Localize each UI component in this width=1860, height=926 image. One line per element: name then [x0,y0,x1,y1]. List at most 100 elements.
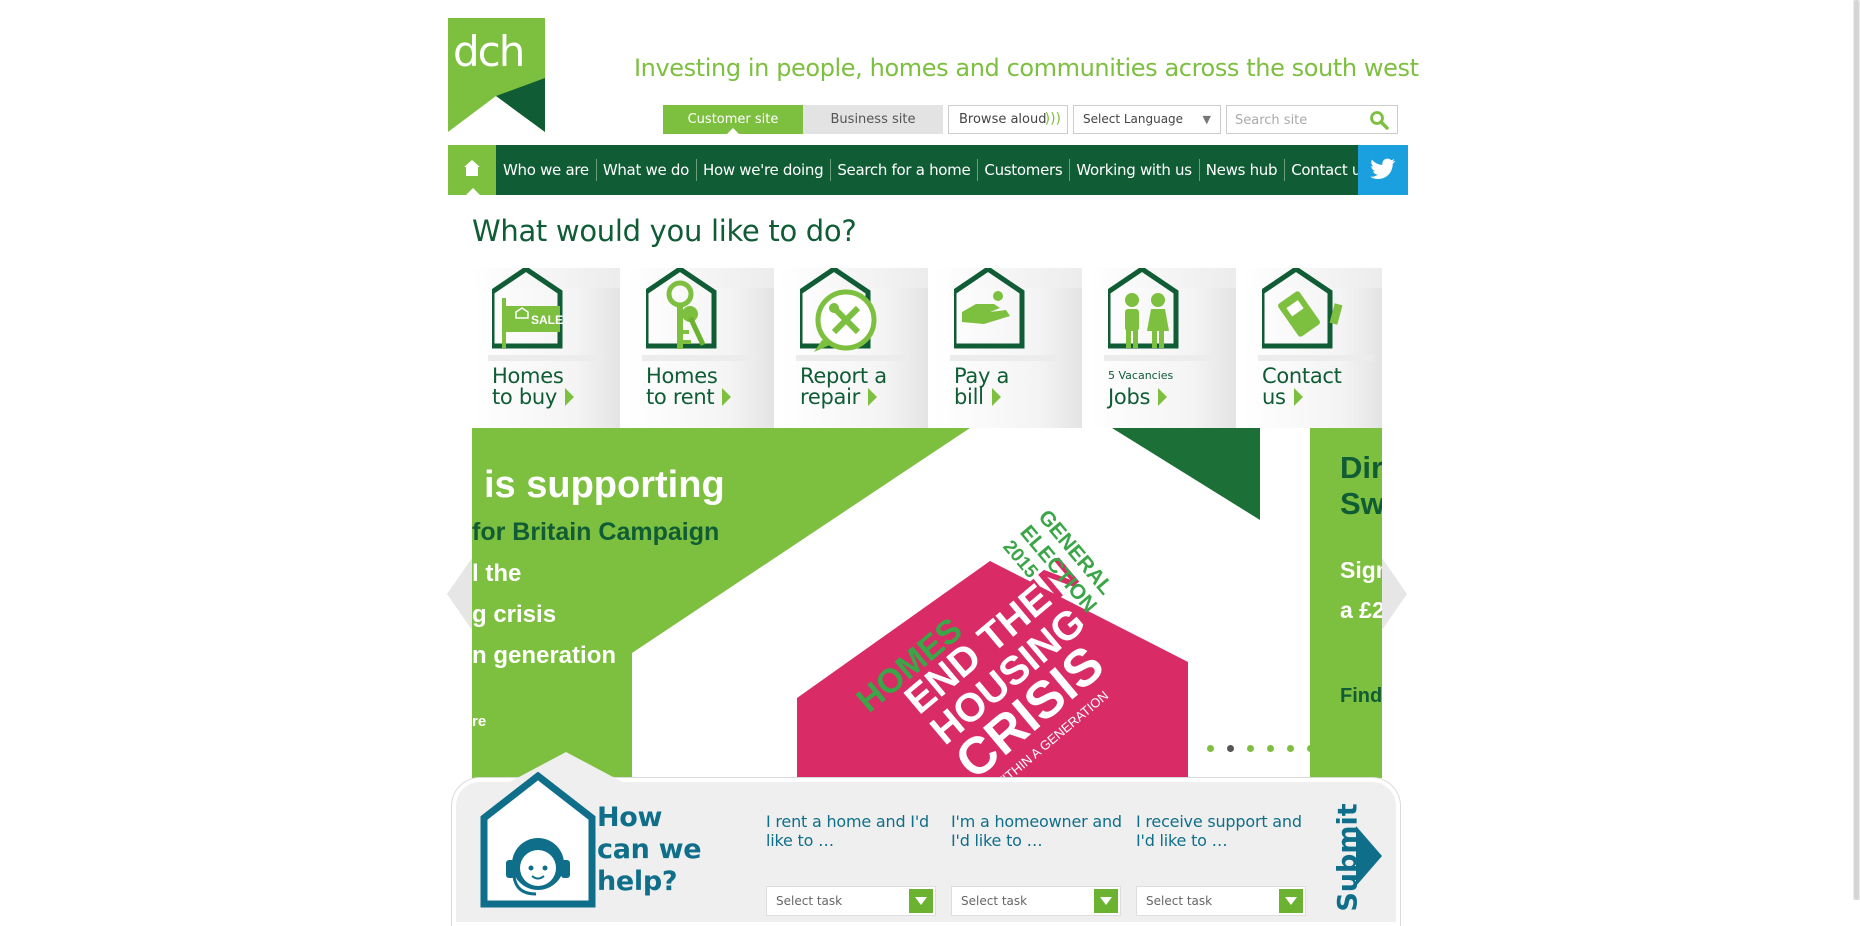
slider-dot[interactable] [1287,745,1294,752]
tile-shelf [950,355,1065,361]
tile-label: Jobs [1108,385,1168,409]
next-slide-title-2: Sw [1340,486,1382,521]
nav-item-who-we-are[interactable]: Who we are [496,145,596,195]
sale-sign-text: SALE [531,313,563,327]
tile-label: Report a repair [800,366,887,408]
tile-contact-us[interactable]: Contact us [1242,268,1382,428]
nav-item-customers[interactable]: Customers [977,145,1069,195]
search-icon[interactable] [1369,110,1389,134]
tile-label-line2: to buy [492,385,558,409]
nav-item-search-for-a-home[interactable]: Search for a home [830,145,977,195]
slider-next-arrow[interactable] [1382,558,1407,630]
slider-dot[interactable] [1247,745,1254,752]
business-site-tab[interactable]: Business site [803,105,943,134]
hero-slider: HOMES FOR BRITAIN GENERAL ELECTION 2015 … [472,428,1382,778]
support-task-select[interactable]: Select task [1136,886,1306,916]
arrow-right-icon [1293,388,1303,406]
slide-subhead: for Britain Campaign [472,518,720,546]
sound-waves-icon: ))) [1044,111,1061,127]
slider-dot[interactable] [1267,745,1274,752]
nav-item-news-hub[interactable]: News hub [1198,145,1284,195]
vacancies-count: 5 Vacancies [1108,369,1174,382]
tools-icon [800,268,877,352]
tile-label: Homes to rent [646,366,732,409]
nav-item-working-with-us[interactable]: Working with us [1069,145,1198,195]
tile-report-a-repair[interactable]: Report a repair [780,268,928,428]
renter-task-select[interactable]: Select task [766,886,936,916]
slider-dots [1207,745,1327,752]
next-slide-body: Sign a £2 [1340,550,1382,630]
support-task-column: I receive support and I'd like to … Sele… [1136,812,1311,916]
arrow-right-icon [991,388,1001,406]
arrow-right-icon [722,388,732,406]
slider-dot[interactable] [1227,745,1234,752]
tile-label-line2: repair [800,385,860,409]
slide-headline: is supporting [484,464,725,506]
submit-button[interactable]: Submit [1316,803,1382,912]
slider-prev-arrow[interactable] [447,558,472,630]
tile-homes-to-rent[interactable]: Homes to rent [626,268,774,428]
tile-label: Pay a bill [954,366,1009,408]
tile-pay-a-bill[interactable]: Pay a bill [934,268,1082,428]
active-nav-notch [466,188,480,195]
home-nav-button[interactable] [448,145,496,195]
help-title: How can we help? [597,802,702,898]
next-slide-body-1: Sign [1340,557,1382,583]
tile-shelf [488,355,603,361]
search-input[interactable] [1233,107,1365,134]
dropdown-arrow-icon: ▼ [1202,113,1211,126]
arrow-right-icon [1158,388,1168,406]
logo-text: dch [453,27,523,76]
browse-aloud-label: Browse aloud [959,112,1047,127]
customer-site-tab[interactable]: Customer site [663,105,803,134]
home-icon [464,160,480,176]
tile-homes-to-buy[interactable]: SALE Homes to buy [472,268,620,428]
tile-label-line2: to rent [646,385,715,409]
support-task-label: I receive support and I'd like to … [1136,812,1302,850]
language-select[interactable]: Select Language ▼ [1073,105,1221,134]
help-title-1: How [597,802,663,833]
customer-site-label: Customer site [687,112,779,127]
tile-label: Contact us [1262,366,1342,408]
tile-label-line2: Jobs [1108,385,1151,409]
tile-jobs[interactable]: 5 Vacancies Jobs [1088,268,1236,428]
next-slide-link[interactable]: Find [1340,685,1382,708]
search-box [1226,105,1398,134]
tile-label: Homes to buy [492,366,575,409]
browse-aloud-button[interactable]: Browse aloud))) [948,105,1068,134]
dch-logo[interactable]: dch [448,18,545,132]
tile-shelf [1104,355,1219,361]
help-title-3: help? [597,866,678,897]
page-scrollbar[interactable] [1853,0,1860,900]
renter-task-label: I rent a home and I'd like to … [766,812,929,850]
keys-icon [646,268,717,349]
support-task-select-label: Select task [1146,894,1213,908]
twitter-button[interactable] [1358,145,1408,195]
nav-item-how-were-doing[interactable]: How we're doing [695,145,830,195]
what-would-you-like-heading: What would you like to do? [472,214,857,248]
slider-dot[interactable] [1307,745,1314,752]
active-tab-notch [727,128,739,134]
slide-line-1: l the [472,560,522,587]
dropdown-arrow-icon [909,889,933,913]
twitter-bird-icon [1370,158,1396,179]
renter-task-column: I rent a home and I'd like to … Select t… [766,812,941,916]
renter-task-select-label: Select task [776,894,843,908]
tile-label-line2: bill [954,385,984,409]
arrow-right-icon [867,388,877,406]
slide-read-more-link[interactable]: re [472,713,486,730]
scrollbar-thumb[interactable] [1854,0,1859,900]
dropdown-arrow-icon [1279,889,1303,913]
sale-sign-icon: SALE [492,268,563,349]
slide-line-2: g crisis [472,601,557,628]
hand-coin-icon [954,268,1025,349]
slider-dot[interactable] [1207,745,1214,752]
nav-item-what-we-do[interactable]: What we do [595,145,696,195]
submit-arrow-icon [1356,826,1382,886]
tile-label-line2: us [1262,385,1286,409]
homeowner-task-select[interactable]: Select task [951,886,1121,916]
tile-shelf [1258,355,1373,361]
next-slide-title: Dir Sw [1340,450,1382,522]
language-select-label: Select Language [1083,112,1184,126]
tagline: Investing in people, homes and communiti… [634,54,1419,82]
